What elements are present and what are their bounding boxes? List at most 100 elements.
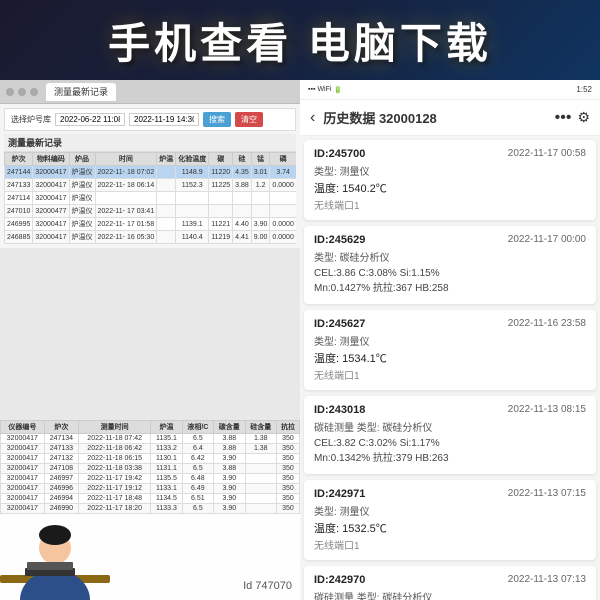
table-row[interactable]: 24713332000417炉温仪2022-11- 18 06:141152.3… bbox=[5, 179, 297, 192]
col-header-type: 炉品 bbox=[69, 153, 95, 166]
bottom-table-row[interactable]: 320004172471082022-11-18 03:381131.16.53… bbox=[1, 464, 300, 474]
bt-col3: 测量时间 bbox=[79, 421, 151, 434]
table-cell bbox=[157, 218, 176, 231]
table-cell bbox=[209, 192, 233, 205]
record-detail-1: CEL:3.82 C:3.02% Si:1.17% bbox=[314, 436, 586, 451]
bottom-table-cell: 6.51 bbox=[182, 494, 213, 504]
table-cell: 247144 bbox=[5, 166, 33, 179]
bottom-table-row[interactable]: 320004172471342022-11-18 07:421135.16.53… bbox=[1, 434, 300, 444]
bottom-table-cell: 6.42 bbox=[182, 454, 213, 464]
table-cell bbox=[176, 192, 209, 205]
table-cell bbox=[157, 192, 176, 205]
record-temp: 温度: 1540.2℃ bbox=[314, 180, 586, 196]
table-cell: 炉温仪 bbox=[69, 231, 95, 244]
record-card[interactable]: ID:2456272022-11-16 23:58类型: 测量仪温度: 1534… bbox=[304, 310, 596, 390]
back-button[interactable]: ‹ bbox=[310, 109, 315, 127]
table-cell bbox=[157, 231, 176, 244]
table-cell bbox=[157, 166, 176, 179]
bottom-table-cell: 1135.1 bbox=[151, 434, 182, 444]
banner-title: 手机查看 电脑下载 bbox=[108, 10, 492, 71]
browser-tab[interactable]: 测量最新记录 bbox=[46, 83, 116, 101]
signal-icon: ▪▪▪ bbox=[308, 86, 315, 94]
section-title: 测量最新记录 bbox=[4, 134, 296, 152]
bottom-table-cell: 350 bbox=[276, 444, 299, 454]
top-banner: 手机查看 电脑下载 bbox=[0, 0, 600, 80]
record-id: ID:245627 bbox=[314, 318, 365, 330]
record-id: ID:242971 bbox=[314, 488, 365, 500]
table-cell: 1148.9 bbox=[176, 166, 209, 179]
status-time: 1:52 bbox=[576, 85, 592, 94]
bottom-table-cell: 32000417 bbox=[1, 434, 45, 444]
bottom-table-row[interactable]: 320004172469942022-11-17 18:481134.56.51… bbox=[1, 494, 300, 504]
table-cell bbox=[233, 192, 252, 205]
record-type: 类型: 测量仪 bbox=[314, 163, 586, 178]
table-cell: 3.88 bbox=[233, 179, 252, 192]
record-id: ID:242970 bbox=[314, 574, 365, 586]
bottom-table-cell: 2022-11-17 19:42 bbox=[79, 474, 151, 484]
settings-icon[interactable]: ⚙ bbox=[577, 109, 590, 127]
table-cell bbox=[251, 192, 270, 205]
table-cell: 炉温仪 bbox=[69, 218, 95, 231]
bottom-table-cell: 247133 bbox=[44, 444, 78, 454]
table-cell: 4.41 bbox=[233, 231, 252, 244]
table-cell: 炉温仪 bbox=[69, 166, 95, 179]
record-card[interactable]: ID:2457002022-11-17 00:58类型: 测量仪温度: 1540… bbox=[304, 140, 596, 220]
browser-dot-2 bbox=[18, 88, 26, 96]
bottom-table-row[interactable]: 320004172471322022-11-18 06:151130.16.42… bbox=[1, 454, 300, 464]
record-card[interactable]: ID:2456292022-11-17 00:00类型: 碳硅分析仪CEL:3.… bbox=[304, 226, 596, 304]
table-cell: 炉温仪 bbox=[69, 192, 95, 205]
bottom-table-cell: 1.38 bbox=[245, 434, 276, 444]
record-detail-2: Mn:0.1342% 抗拉:379 HB:263 bbox=[314, 451, 586, 466]
bottom-table-cell: 1131.1 bbox=[151, 464, 182, 474]
id-label: Id 747070 bbox=[243, 580, 292, 592]
bottom-table-row[interactable]: 320004172469962022-11-17 19:121133.16.49… bbox=[1, 484, 300, 494]
col-header-material: 物料编码 bbox=[33, 153, 69, 166]
table-cell: 32000417 bbox=[33, 192, 69, 205]
bottom-table-cell bbox=[245, 454, 276, 464]
bottom-table-cell: 3.90 bbox=[214, 474, 245, 484]
record-port: 无线端口1 bbox=[314, 537, 586, 552]
toolbar-date-end[interactable] bbox=[129, 113, 199, 126]
table-row[interactable]: 24688532000417炉温仪2022-11- 16 05:301140.4… bbox=[5, 231, 297, 244]
record-card[interactable]: ID:2430182022-11-13 08:15碳硅测量 类型: 碳硅分析仪C… bbox=[304, 396, 596, 474]
bottom-table-row[interactable]: 320004172471332022-11-18 06:421133.26.43… bbox=[1, 444, 300, 454]
record-type: 类型: 碳硅分析仪 bbox=[314, 249, 586, 264]
table-cell: 247114 bbox=[5, 192, 33, 205]
bottom-table-cell: 246997 bbox=[44, 474, 78, 484]
bottom-table-cell: 1134.5 bbox=[151, 494, 182, 504]
table-row[interactable]: 24699532000417炉温仪2022-11- 17 01:581139.1… bbox=[5, 218, 297, 231]
bottom-table-cell: 3.90 bbox=[214, 494, 245, 504]
clear-button[interactable]: 清空 bbox=[235, 112, 263, 127]
bottom-table-cell: 350 bbox=[276, 434, 299, 444]
table-cell: 32000417 bbox=[33, 179, 69, 192]
record-card[interactable]: ID:2429702022-11-13 07:13碳硅测量 类型: 碳硅分析仪C… bbox=[304, 566, 596, 600]
table-cell bbox=[157, 205, 176, 218]
table-cell: 0.0000 bbox=[270, 218, 296, 231]
record-card[interactable]: ID:2429712022-11-13 07:15类型: 测量仪温度: 1532… bbox=[304, 480, 596, 560]
pc-content: 选择炉号库 搜索 清空 测量最新记录 炉次 物料编码 炉品 时间 bbox=[0, 104, 300, 248]
bottom-table-cell: 32000417 bbox=[1, 474, 45, 484]
table-cell: 炉温仪 bbox=[69, 205, 95, 218]
bottom-table-cell: 1133.3 bbox=[151, 504, 182, 514]
bottom-table-row[interactable]: 320004172469972022-11-17 19:421135.56.48… bbox=[1, 474, 300, 484]
browser-dot-3 bbox=[30, 88, 38, 96]
record-detail-2: Mn:0.1427% 抗拉:367 HB:258 bbox=[314, 281, 586, 296]
table-row[interactable]: 24711432000417炉温仪1307.5查看 bbox=[5, 192, 297, 205]
bottom-table-cell: 3.88 bbox=[214, 464, 245, 474]
record-date: 2022-11-17 00:58 bbox=[508, 148, 586, 160]
left-panel: 测量最新记录 选择炉号库 搜索 清空 测量最新记录 炉次 物料 bbox=[0, 80, 300, 600]
table-row[interactable]: 24714432000417炉温仪2022-11- 18 07:021148.9… bbox=[5, 166, 297, 179]
bottom-table-cell: 6.48 bbox=[182, 474, 213, 484]
table-row[interactable]: 24701032000477炉温仪2022-11- 17 03:41查看 bbox=[5, 205, 297, 218]
battery-icon: 🔋 bbox=[333, 86, 342, 94]
table-cell: 2022-11- 17 01:58 bbox=[95, 218, 157, 231]
bottom-table-cell: 3.90 bbox=[214, 504, 245, 514]
record-detail-1: CEL:3.86 C:3.08% Si:1.15% bbox=[314, 266, 586, 281]
right-panel: ▪▪▪ WiFi 🔋 1:52 ‹ 历史数据 32000128 ••• ⚙ ID… bbox=[300, 80, 600, 600]
menu-dots-icon[interactable]: ••• bbox=[555, 109, 572, 127]
table-cell: 32000477 bbox=[33, 205, 69, 218]
search-button[interactable]: 搜索 bbox=[203, 112, 231, 127]
table-cell: 32000417 bbox=[33, 166, 69, 179]
toolbar-date-start[interactable] bbox=[55, 113, 125, 126]
record-date: 2022-11-17 00:00 bbox=[508, 234, 586, 246]
